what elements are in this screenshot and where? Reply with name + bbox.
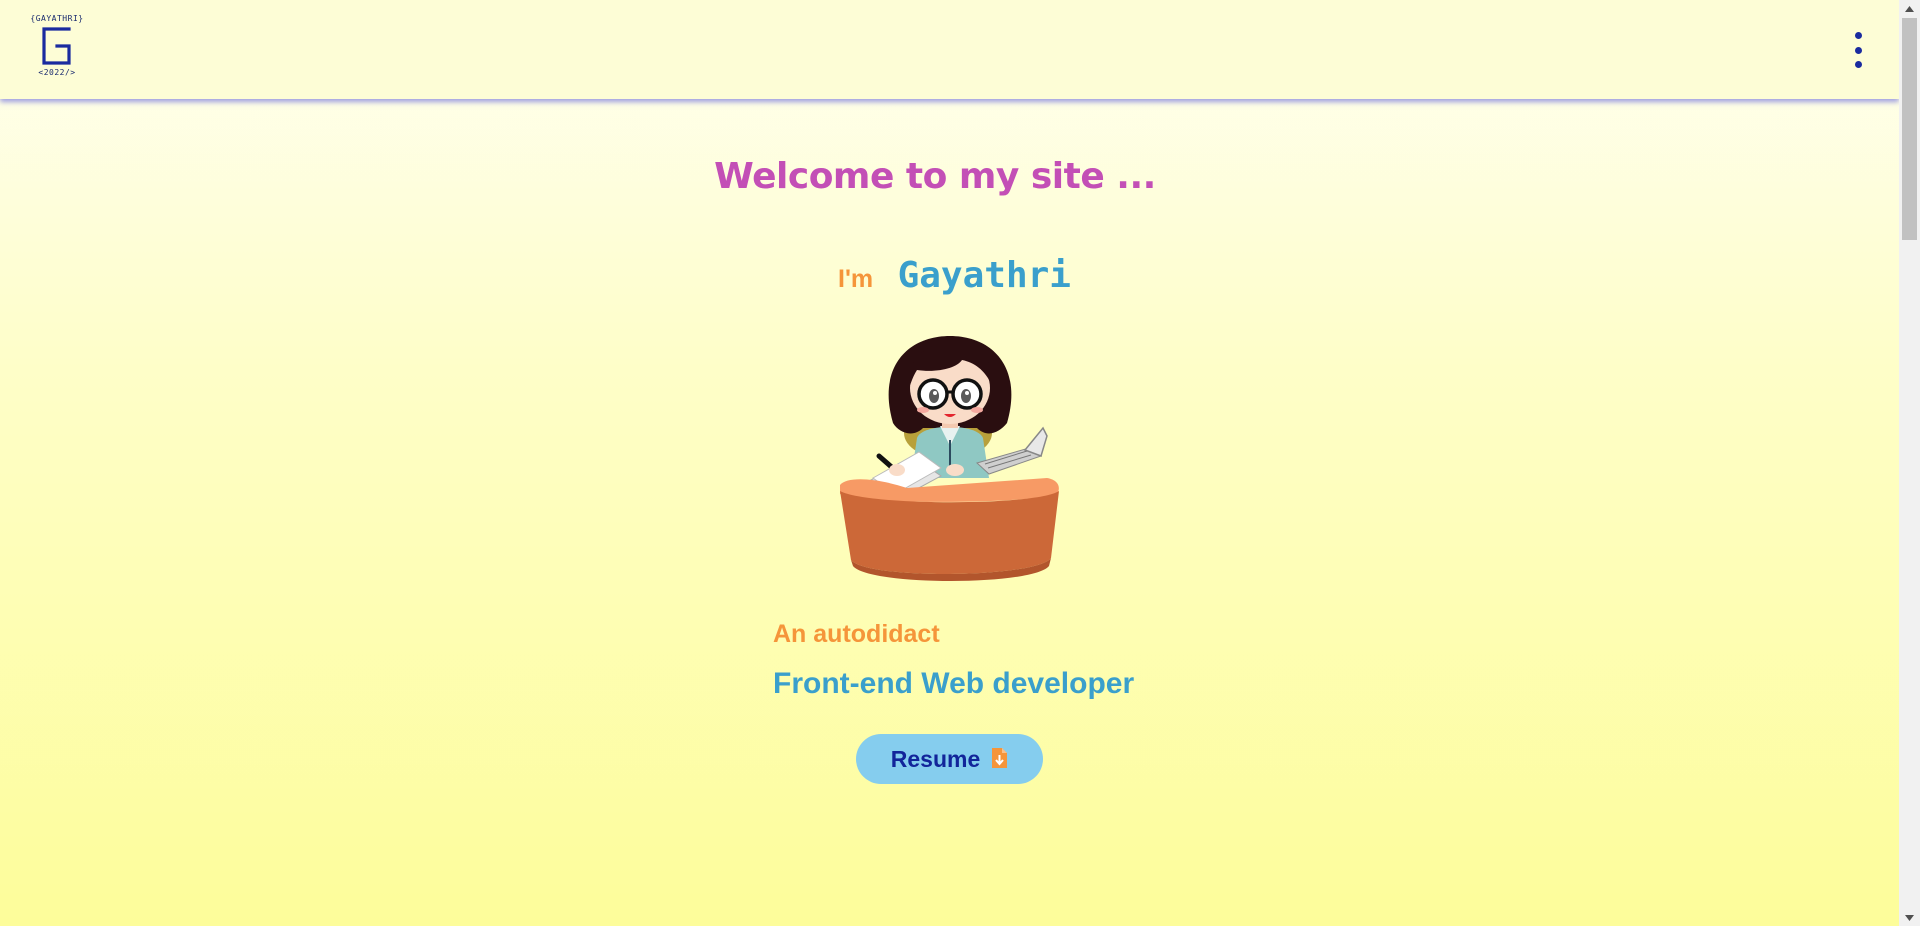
site-logo[interactable]: {GAYATHRI} <2022/>	[22, 14, 92, 84]
name-text: Gayathri	[897, 255, 1071, 296]
resume-button-label: Resume	[890, 745, 981, 772]
scrollbar-thumb[interactable]	[1902, 18, 1917, 240]
im-label: I'm	[838, 265, 874, 293]
file-download-icon	[990, 747, 1008, 772]
vertical-dots-icon	[1854, 46, 1862, 54]
developer-at-desk-illustration	[837, 328, 1063, 584]
scroll-up-icon[interactable]	[1899, 0, 1920, 17]
intro-line: I'm Gayathri	[838, 255, 1071, 296]
menu-button[interactable]	[1846, 32, 1870, 68]
logo-bottom-text: <2022/>	[38, 68, 76, 77]
scroll-down-icon[interactable]	[1899, 909, 1920, 926]
tagline-role: Front-end Web developer	[773, 667, 1135, 700]
page: {GAYATHRI} <2022/> Welcome to my site ..…	[0, 0, 1899, 926]
vertical-dots-icon	[1854, 61, 1862, 68]
letter-g-logo-icon	[22, 24, 92, 68]
site-header: {GAYATHRI} <2022/>	[0, 0, 1899, 99]
resume-button[interactable]: Resume	[856, 734, 1043, 784]
vertical-dots-icon	[1854, 32, 1862, 39]
tagline-autodidact: An autodidact	[773, 620, 940, 648]
logo-top-text: {GAYATHRI}	[30, 14, 84, 23]
vertical-scrollbar[interactable]	[1899, 0, 1920, 926]
welcome-heading: Welcome to my site ...	[714, 156, 1156, 197]
